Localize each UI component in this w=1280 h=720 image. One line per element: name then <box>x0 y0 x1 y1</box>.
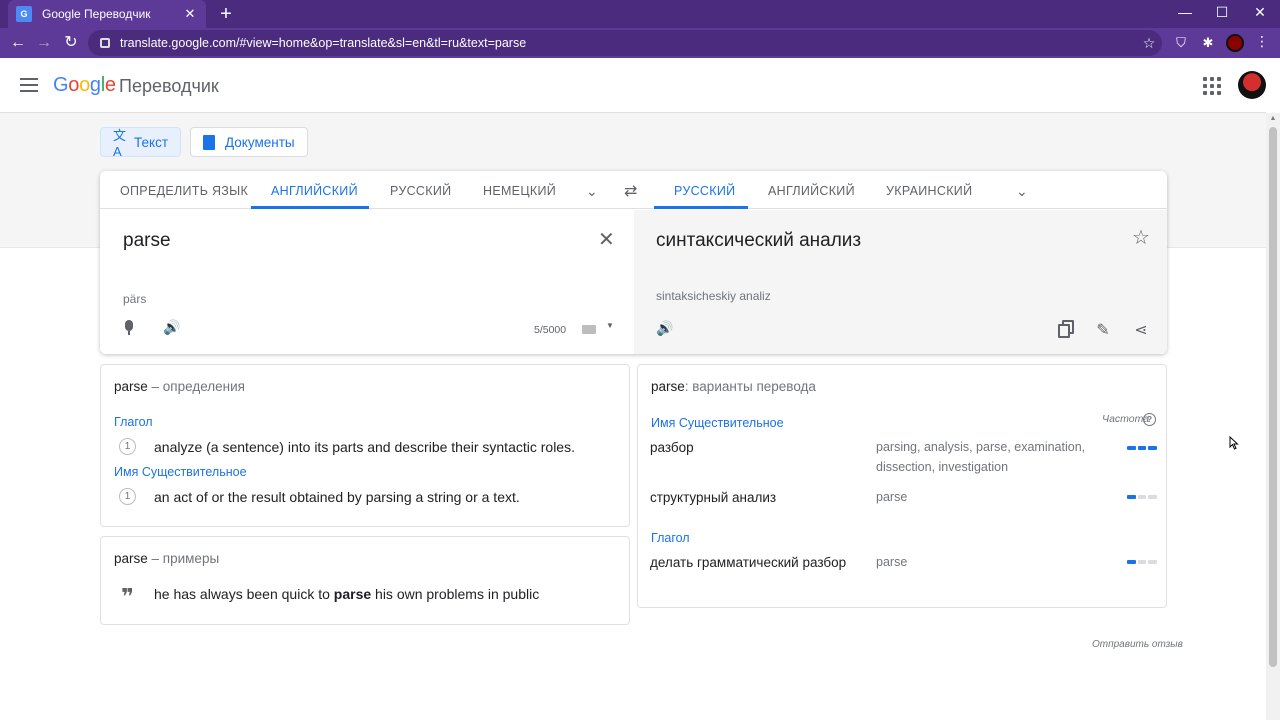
translation-synonyms: parse <box>876 490 908 504</box>
target-lang-ukrainian[interactable]: УКРАИНСКИЙ <box>886 184 972 198</box>
address-bar[interactable]: translate.google.com/#view=home&op=trans… <box>88 30 1162 56</box>
frequency-bar <box>1127 446 1158 450</box>
documents-mode-button[interactable]: Документы <box>190 127 308 157</box>
target-lang-english[interactable]: АНГЛИЙСКИЙ <box>768 184 855 198</box>
swap-languages-icon[interactable]: ⇄ <box>624 181 637 201</box>
translator-card: ОПРЕДЕЛИТЬ ЯЗЫК АНГЛИЙСКИЙ РУССКИЙ НЕМЕЦ… <box>100 171 1167 354</box>
text-mode-label: Текст <box>134 134 169 150</box>
scroll-thumb[interactable] <box>1269 127 1277 667</box>
extensions-puzzle-icon[interactable]: ✱ <box>1199 34 1217 52</box>
translations-header: parse: варианты перевода <box>651 379 816 394</box>
definitions-header: parse – определения <box>114 379 245 394</box>
share-icon[interactable]: ⋖ <box>1131 320 1151 340</box>
tab-title: Google Переводчик <box>42 7 151 21</box>
frequency-bar <box>1127 560 1158 564</box>
browser-menu-icon[interactable]: ⋮ <box>1252 33 1272 50</box>
target-lang-more-chevron-down-icon[interactable]: ⌄ <box>1016 183 1028 200</box>
send-feedback-link[interactable]: Отправить отзыв <box>1092 639 1183 650</box>
app-header: Google Переводчик <box>0 59 1266 113</box>
definition-text: an act of or the result obtained by pars… <box>154 489 520 505</box>
translations-panel: parse: варианты перевода Частота ? Имя С… <box>637 364 1167 608</box>
browser-titlebar: G Google Переводчик ✕ + — ☐ ✕ <box>0 0 1280 28</box>
keyboard-dropdown-icon[interactable]: ▼ <box>606 321 614 330</box>
translation-output: синтаксический анализ <box>656 230 862 251</box>
google-apps-icon[interactable] <box>1203 77 1221 95</box>
example-sentence: he has always been quick to parse his ow… <box>154 586 540 602</box>
copy-icon[interactable] <box>1058 320 1074 338</box>
text-mode-button[interactable]: 文A Текст <box>100 127 181 159</box>
scroll-up-icon[interactable]: ▲ <box>1269 115 1277 122</box>
target-transliteration: sintaksicheskiy analiz <box>656 289 771 303</box>
browser-tab[interactable]: G Google Переводчик ✕ <box>8 0 206 28</box>
url-text[interactable]: translate.google.com/#view=home&op=trans… <box>120 36 1136 50</box>
browser-profile-avatar[interactable] <box>1226 34 1244 52</box>
browser-toolbar: ← → ↻ translate.google.com/#view=home&op… <box>0 28 1280 58</box>
source-lang-english[interactable]: АНГЛИЙСКИЙ <box>271 184 358 198</box>
definition-number: 1 <box>119 488 136 505</box>
examples-panel: parse – примеры ❞ he has always been qui… <box>100 536 630 625</box>
page-scrollbar[interactable]: ▲ <box>1266 113 1280 720</box>
help-icon[interactable]: ? <box>1143 413 1156 426</box>
documents-mode-label: Документы <box>225 134 295 150</box>
bookmark-star-icon[interactable]: ☆ <box>1136 35 1162 52</box>
translation-pos: Глагол <box>651 531 690 545</box>
back-button[interactable]: ← <box>7 32 29 54</box>
shield-extension-icon[interactable]: ⛉ <box>1172 34 1190 52</box>
target-lang-russian[interactable]: РУССКИЙ <box>674 184 735 198</box>
source-panel: parse ✕ pärs 🔊 5/5000 ▼ <box>100 210 634 354</box>
definition-pos: Имя Существительное <box>114 465 247 479</box>
translation-word[interactable]: структурный анализ <box>650 490 776 505</box>
definition-number: 1 <box>119 438 136 455</box>
mouse-cursor-icon <box>1229 436 1239 450</box>
edit-pencil-icon[interactable]: ✎ <box>1093 320 1113 340</box>
source-transliteration: pärs <box>123 292 147 306</box>
language-bar: ОПРЕДЕЛИТЬ ЯЗЫК АНГЛИЙСКИЙ РУССКИЙ НЕМЕЦ… <box>100 171 1167 209</box>
source-listen-speaker-icon[interactable]: 🔊 <box>163 319 180 336</box>
translation-synonyms: parse <box>876 555 908 569</box>
translation-word[interactable]: разбор <box>650 440 694 455</box>
definitions-panel: parse – определения Глагол 1 analyze (a … <box>100 364 630 527</box>
translation-word[interactable]: делать грамматический разбор <box>650 555 846 570</box>
main-menu-icon[interactable] <box>20 78 38 92</box>
frequency-bar <box>1127 495 1158 499</box>
source-lang-more-chevron-down-icon[interactable]: ⌄ <box>586 183 598 200</box>
definition-text: analyze (a sentence) into its parts and … <box>154 439 575 455</box>
translate-icon: 文A <box>113 128 127 159</box>
source-lang-german[interactable]: НЕМЕЦКИЙ <box>483 184 556 198</box>
keyboard-icon[interactable] <box>582 325 596 334</box>
char-count: 5/5000 <box>534 324 567 336</box>
definition-pos: Глагол <box>114 415 153 429</box>
tab-close-icon[interactable]: ✕ <box>182 6 198 22</box>
microphone-icon[interactable] <box>124 320 134 336</box>
translation-synonyms: parsing, analysis, parse, examination, di… <box>876 440 1086 474</box>
product-name: Переводчик <box>119 76 219 96</box>
examples-header: parse – примеры <box>114 551 220 566</box>
source-lang-detect[interactable]: ОПРЕДЕЛИТЬ ЯЗЫК <box>120 184 248 198</box>
source-lang-russian[interactable]: РУССКИЙ <box>390 184 451 198</box>
new-tab-button[interactable]: + <box>216 3 236 25</box>
reload-button[interactable]: ↻ <box>60 32 82 54</box>
window-close-button[interactable]: ✕ <box>1245 4 1275 21</box>
google-logo[interactable]: Google <box>53 74 116 97</box>
target-lang-indicator <box>654 206 748 209</box>
translation-pos: Имя Существительное <box>651 416 784 430</box>
minimize-button[interactable]: — <box>1170 4 1200 20</box>
account-avatar[interactable] <box>1238 71 1266 99</box>
source-input[interactable]: parse <box>123 230 171 252</box>
maximize-button[interactable]: ☐ <box>1207 4 1237 21</box>
source-lang-indicator <box>251 206 369 209</box>
page: Google Переводчик 文A Текст Документы ОПР… <box>0 59 1280 720</box>
target-listen-speaker-icon[interactable]: 🔊 <box>656 320 673 337</box>
quote-icon: ❞ <box>121 584 134 609</box>
document-icon <box>203 134 215 150</box>
target-panel: синтаксический анализ ☆ sintaksicheskiy … <box>634 210 1167 354</box>
clear-source-icon[interactable]: ✕ <box>598 227 615 252</box>
lock-icon <box>100 38 110 48</box>
forward-button[interactable]: → <box>33 32 55 54</box>
save-translation-star-icon[interactable]: ☆ <box>1132 225 1150 250</box>
translate-favicon-icon: G <box>16 6 32 22</box>
